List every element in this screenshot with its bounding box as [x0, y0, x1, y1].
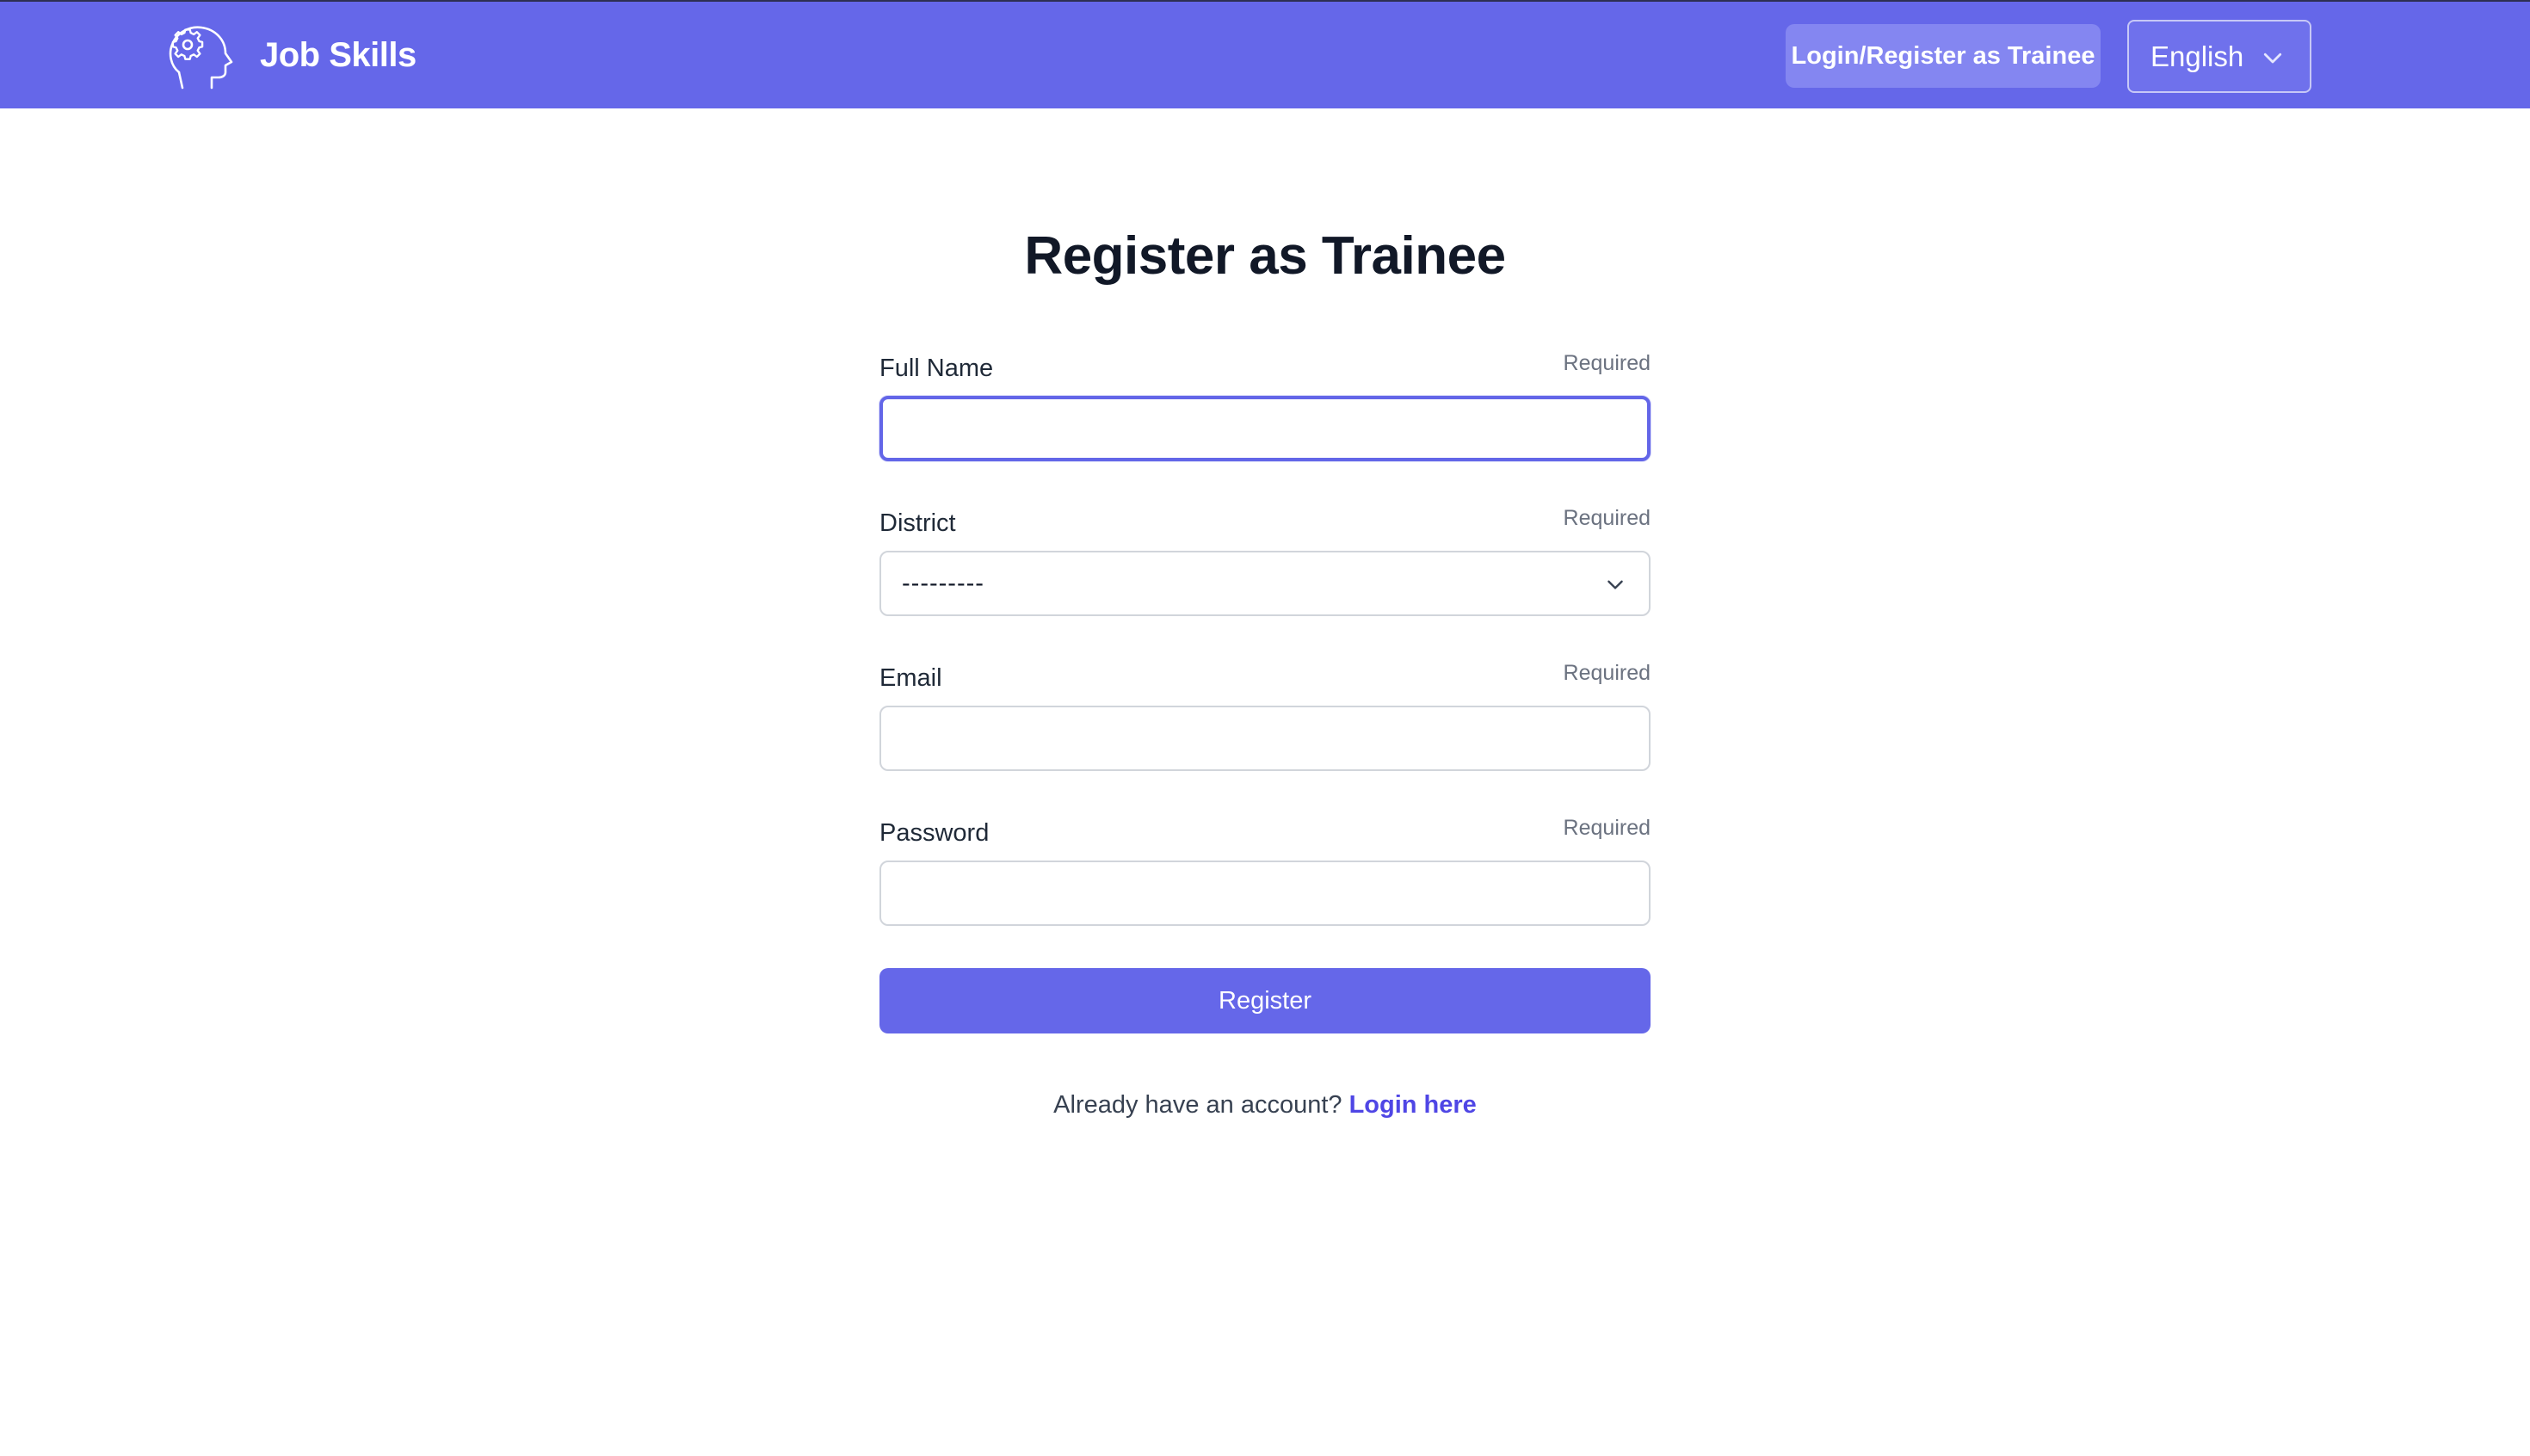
password-required-hint: Required	[1563, 816, 1651, 840]
district-required-hint: Required	[1563, 506, 1651, 530]
chevron-down-icon	[1607, 580, 1623, 589]
login-here-link[interactable]: Login here	[1349, 1091, 1477, 1119]
full-name-required-hint: Required	[1563, 351, 1651, 375]
email-label: Email	[879, 664, 942, 692]
brand-name: Job Skills	[260, 35, 417, 74]
navbar: Job Skills Login/Register as Trainee Eng…	[0, 2, 2530, 108]
language-select[interactable]: English	[2127, 20, 2311, 93]
district-label: District	[879, 509, 956, 537]
language-selected-value: English	[2150, 40, 2244, 72]
password-label: Password	[879, 819, 990, 847]
register-button[interactable]: Register	[879, 968, 1651, 1033]
email-required-hint: Required	[1563, 661, 1651, 685]
login-register-button[interactable]: Login/Register as Trainee	[1786, 24, 2101, 88]
login-prompt-text: Already have an account?	[1053, 1091, 1342, 1119]
full-name-input[interactable]	[879, 396, 1651, 461]
login-prompt: Already have an account? Login here	[879, 1091, 1651, 1120]
password-input[interactable]	[879, 861, 1651, 926]
gear-head-icon	[169, 26, 233, 89]
full-name-label: Full Name	[879, 355, 994, 382]
brand[interactable]: Job Skills	[162, 21, 417, 89]
district-selected-value: ---------	[902, 569, 984, 597]
email-input[interactable]	[879, 706, 1651, 771]
chevron-down-icon	[2263, 52, 2282, 64]
district-select[interactable]: ---------	[879, 551, 1651, 616]
page-title: Register as Trainee	[1024, 226, 1506, 286]
